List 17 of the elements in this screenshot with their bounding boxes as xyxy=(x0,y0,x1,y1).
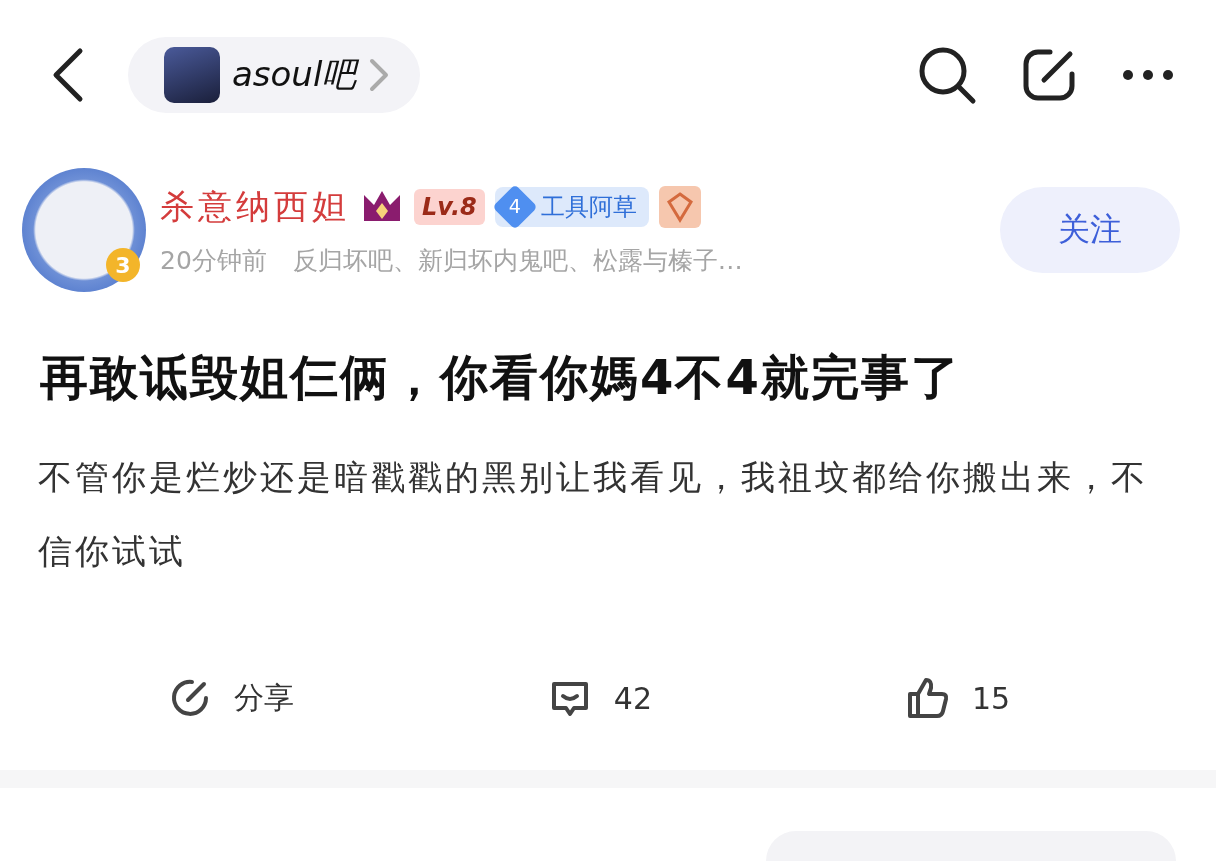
follow-button[interactable]: 关注 xyxy=(1000,187,1180,273)
post-body: 不管你是烂炒还是暗戳戳的黑别让我看见，我祖坟都给你搬出来，不信你试试 xyxy=(38,456,1149,573)
post-title: 再敢诋毁姐仨俩，你看你媽4不4就完事了 xyxy=(40,348,962,407)
more-button[interactable] xyxy=(1120,67,1176,83)
level-badge: Lv.8 xyxy=(414,188,485,225)
share-button[interactable]: 分享 xyxy=(159,673,300,723)
post-time: 20分钟前 xyxy=(160,244,267,277)
forum-button[interactable]: asoul吧 xyxy=(128,37,421,113)
forum-list: 反归坏吧、新归坏内鬼吧、松露与榛子… xyxy=(292,243,743,277)
chevron-right-icon xyxy=(368,57,391,93)
medal-icon xyxy=(658,185,701,228)
comment-button[interactable]: 42 xyxy=(539,673,658,723)
like-button[interactable]: 15 xyxy=(897,673,1017,723)
fan-badge: 4 工具阿草 xyxy=(494,186,649,227)
avatar-badge: 3 xyxy=(106,248,140,282)
username[interactable]: 杀意纳西妲 xyxy=(160,183,350,230)
forum-thumbnail xyxy=(164,47,220,103)
